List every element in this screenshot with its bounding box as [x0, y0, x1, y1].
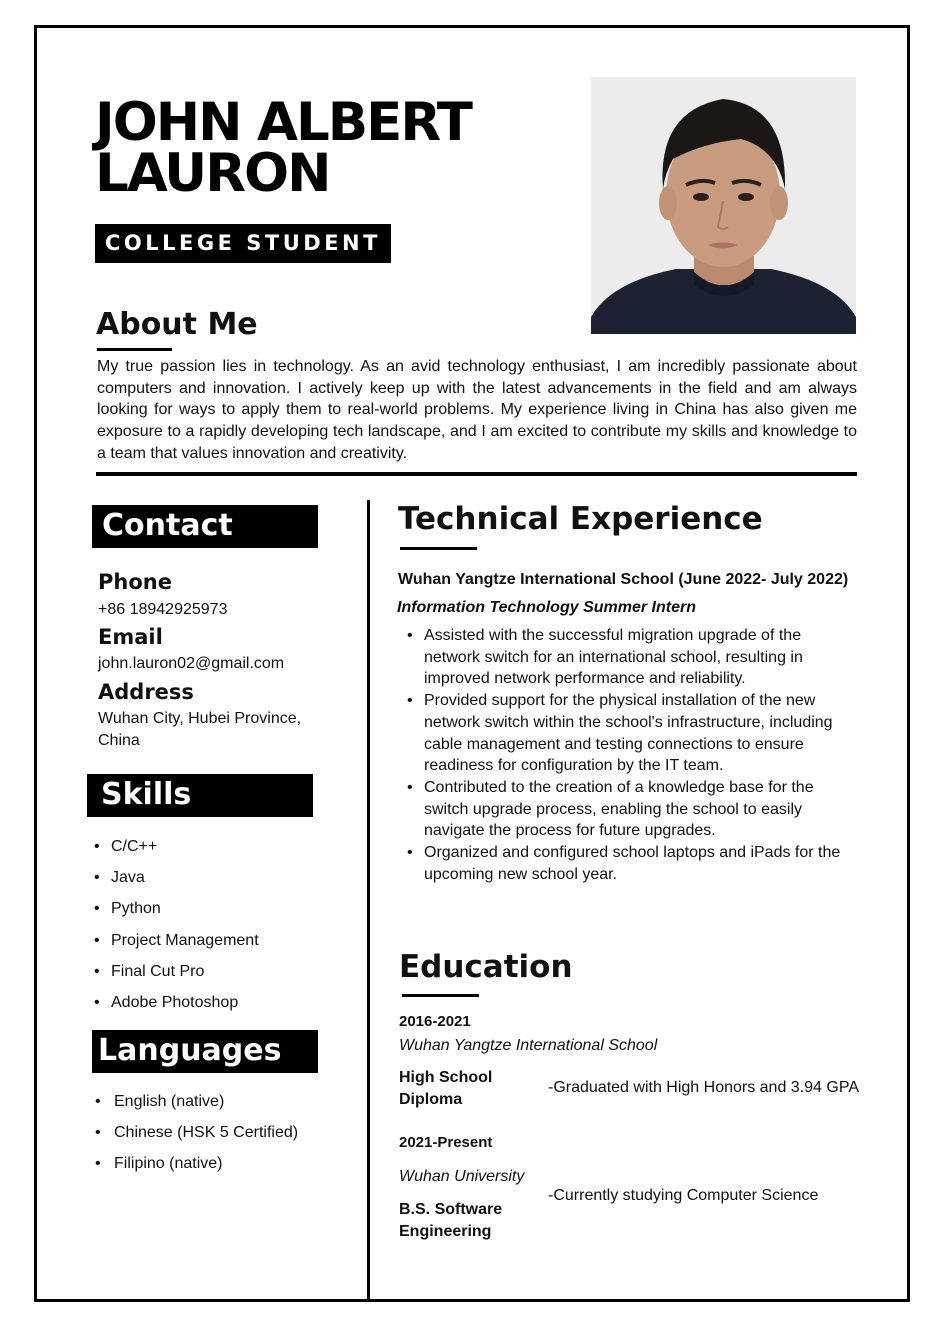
- address-label: Address: [98, 680, 194, 704]
- language-item: Filipino (native): [95, 1148, 298, 1179]
- skill-item: C/C++: [94, 831, 259, 862]
- column-divider: [367, 500, 370, 1300]
- education-school: Wuhan Yangtze International School: [399, 1037, 658, 1054]
- email-value: john.lauron02@gmail.com: [98, 655, 285, 672]
- education-years: 2016-2021: [399, 1013, 471, 1030]
- address-line-1: Wuhan City, Hubei Province,: [98, 710, 302, 727]
- full-name: JOHN ALBERT LAURON: [95, 92, 473, 204]
- role-badge: COLLEGE STUDENT: [95, 224, 391, 263]
- job-position: Information Technology Summer Intern: [397, 599, 696, 616]
- portrait-illustration: [591, 77, 856, 334]
- phone-label: Phone: [98, 570, 172, 594]
- name-line-2: LAURON: [95, 143, 331, 204]
- education-note: -Currently studying Computer Science: [548, 1187, 819, 1204]
- about-text: My true passion lies in technology. As a…: [97, 358, 857, 462]
- languages-list: English (native) Chinese (HSK 5 Certifie…: [95, 1086, 298, 1179]
- education-years: 2021-Present: [399, 1134, 493, 1151]
- education-degree: B.S. Software Engineering: [399, 1199, 502, 1242]
- skill-item: Final Cut Pro: [94, 956, 259, 987]
- experience-underline: [400, 547, 477, 550]
- responsibility-item: Contributed to the creation of a knowled…: [407, 777, 847, 842]
- language-item: English (native): [95, 1086, 298, 1117]
- languages-heading: Languages: [92, 1030, 318, 1073]
- skill-item: Adobe Photoshop: [94, 987, 259, 1018]
- skill-item: Java: [94, 862, 259, 893]
- address-line-2: China: [98, 732, 140, 749]
- experience-heading: Technical Experience: [398, 501, 763, 537]
- education-heading: Education: [399, 949, 573, 985]
- email-label: Email: [98, 625, 163, 649]
- education-note: -Graduated with High Honors and 3.94 GPA: [548, 1079, 859, 1096]
- skills-list: C/C++ Java Python Project Management Fin…: [94, 831, 259, 1018]
- responsibility-item: Provided support for the physical instal…: [407, 690, 847, 777]
- degree-line-1: High School: [399, 1069, 493, 1086]
- skill-item: Project Management: [94, 925, 259, 956]
- education-degree: High School Diploma: [399, 1067, 492, 1110]
- job-organization: Wuhan Yangtze International School (June…: [398, 571, 849, 588]
- degree-line-2: Diploma: [399, 1090, 463, 1108]
- contact-heading: Contact: [92, 505, 318, 548]
- education-school: Wuhan University: [399, 1168, 525, 1185]
- about-heading: About Me: [96, 307, 258, 342]
- responsibilities-list: Assisted with the successful migration u…: [407, 625, 847, 885]
- degree-line-1: B.S. Software: [399, 1201, 503, 1218]
- profile-photo: [591, 77, 856, 334]
- name-line-1: JOHN ALBERT: [95, 92, 473, 153]
- degree-line-2: Engineering: [399, 1222, 492, 1240]
- skills-heading: Skills: [87, 774, 313, 817]
- section-divider: [96, 472, 857, 476]
- skill-item: Python: [94, 893, 259, 924]
- responsibility-item: Assisted with the successful migration u…: [407, 625, 847, 690]
- phone-value: +86 18942925973: [98, 601, 228, 618]
- language-item: Chinese (HSK 5 Certified): [95, 1117, 298, 1148]
- about-underline: [97, 348, 172, 351]
- education-underline: [402, 994, 479, 997]
- responsibility-item: Organized and configured school laptops …: [407, 842, 847, 885]
